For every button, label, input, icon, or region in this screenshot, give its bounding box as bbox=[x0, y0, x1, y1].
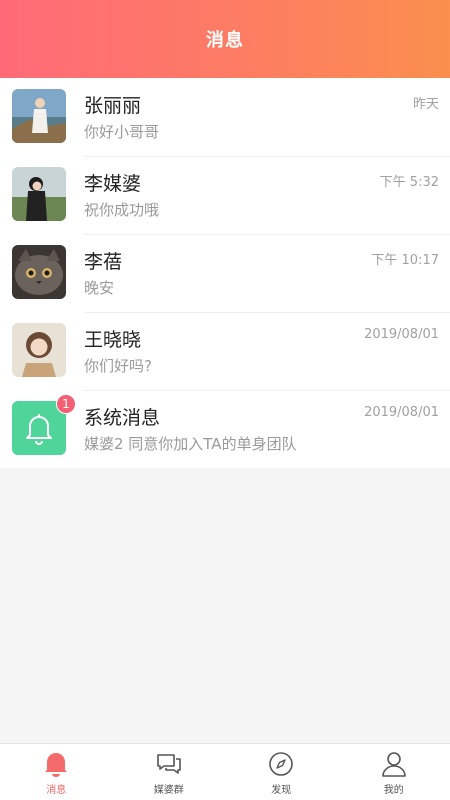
tab-label: 消息 bbox=[46, 785, 67, 796]
tab-label: 发现 bbox=[271, 785, 292, 796]
message-preview: 媒婆2 同意你加入TA的单身团队 bbox=[84, 435, 297, 453]
avatar[interactable] bbox=[12, 323, 66, 377]
compass-icon bbox=[269, 752, 294, 776]
conversation-list: 张丽丽 你好小哥哥 昨天 李媒婆 祝你成功哦 下午 5:32 李蓓 晚安 下午 … bbox=[0, 78, 450, 468]
conversation-row[interactable]: 张丽丽 你好小哥哥 昨天 bbox=[0, 78, 450, 156]
message-preview: 你们好吗? bbox=[84, 357, 152, 375]
message-time: 2019/08/01 bbox=[364, 405, 439, 420]
contact-name: 系统消息 bbox=[84, 407, 161, 429]
bottom-tab-bar: 消息 媒婆群 发现 我的 bbox=[0, 743, 450, 800]
unread-badge: 1 bbox=[56, 394, 76, 414]
tab-discover[interactable]: 发现 bbox=[225, 744, 338, 800]
message-preview: 你好小哥哥 bbox=[84, 123, 160, 141]
tab-messages[interactable]: 消息 bbox=[0, 744, 113, 800]
contact-name: 王晓晓 bbox=[84, 329, 142, 351]
tab-profile[interactable]: 我的 bbox=[338, 744, 450, 800]
avatar[interactable] bbox=[12, 167, 66, 221]
tab-label: 我的 bbox=[383, 785, 404, 796]
message-time: 昨天 bbox=[412, 97, 439, 112]
tab-label: 媒婆群 bbox=[153, 785, 184, 796]
message-time: 下午 10:17 bbox=[371, 253, 439, 268]
conversation-row[interactable]: 李蓓 晚安 下午 10:17 bbox=[0, 234, 450, 312]
conversation-row[interactable]: 李媒婆 祝你成功哦 下午 5:32 bbox=[0, 156, 450, 234]
bell-icon bbox=[45, 753, 68, 777]
conversation-row[interactable]: 王晓晓 你们好吗? 2019/08/01 bbox=[0, 312, 450, 390]
user-icon bbox=[381, 752, 406, 777]
message-time: 2019/08/01 bbox=[364, 327, 439, 342]
avatar[interactable] bbox=[12, 245, 66, 299]
avatar[interactable] bbox=[12, 89, 66, 143]
page-title: 消息 bbox=[206, 30, 244, 51]
chat-bubbles-icon bbox=[156, 754, 181, 774]
contact-name: 张丽丽 bbox=[84, 95, 142, 117]
message-preview: 祝你成功哦 bbox=[84, 201, 160, 219]
conversation-row-system[interactable]: 1 系统消息 媒婆2 同意你加入TA的单身团队 2019/08/01 bbox=[0, 390, 450, 468]
tab-matchmaker-groups[interactable]: 媒婆群 bbox=[113, 744, 226, 800]
contact-name: 李媒婆 bbox=[84, 173, 142, 195]
message-preview: 晚安 bbox=[84, 279, 115, 297]
message-time: 下午 5:32 bbox=[379, 175, 439, 190]
top-bar: 消息 bbox=[0, 0, 450, 78]
contact-name: 李蓓 bbox=[84, 251, 123, 273]
